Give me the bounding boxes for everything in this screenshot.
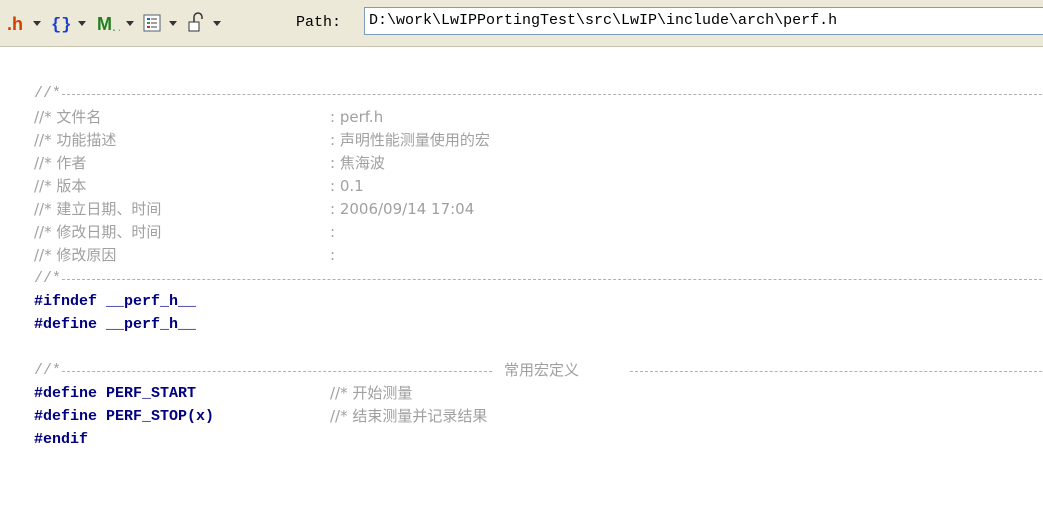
- section-title: 常用宏定义: [504, 361, 580, 379]
- header-value: : 焦海波: [330, 154, 385, 172]
- macro-line: #define PERF_START: [34, 382, 196, 405]
- chevron-down-icon[interactable]: [126, 21, 134, 26]
- preprocessor-keyword: #define: [34, 385, 98, 402]
- comment-start: //*: [34, 270, 62, 287]
- header-key: //* 作者: [34, 154, 87, 172]
- endif-line: #endif: [34, 431, 89, 448]
- header-key: //* 修改日期、时间: [34, 223, 162, 241]
- toolbar: .h {} M.. Path: D:\work\LwIPPortingTest\…: [0, 0, 1043, 47]
- header-key: //* 文件名: [34, 108, 102, 126]
- guard-name: __perf_h__: [106, 316, 197, 333]
- braces-icon[interactable]: {}: [50, 12, 72, 34]
- header-value: : 0.1: [330, 177, 364, 195]
- header-key: //* 修改原因: [34, 246, 117, 264]
- comment-divider: [62, 371, 492, 372]
- lock-icon[interactable]: [186, 12, 208, 34]
- header-value: : 声明性能测量使用的宏: [330, 131, 490, 149]
- header-value: : perf.h: [330, 108, 384, 126]
- header-value: : 2006/09/14 17:04: [330, 200, 475, 218]
- macro-name: PERF_START: [106, 385, 197, 402]
- comment-start: //*: [34, 85, 62, 102]
- preprocessor-keyword: #ifndef: [34, 293, 98, 310]
- header-key: //* 功能描述: [34, 131, 117, 149]
- path-label: Path:: [296, 14, 342, 31]
- path-input[interactable]: D:\work\LwIPPortingTest\src\LwIP\include…: [364, 7, 1043, 35]
- svg-text:..: ..: [111, 24, 120, 34]
- comment-divider: [630, 371, 1042, 372]
- header-key: //* 版本: [34, 177, 87, 195]
- header-value: :: [330, 223, 336, 241]
- chevron-down-icon[interactable]: [213, 21, 221, 26]
- macro-icon[interactable]: M..: [96, 12, 120, 34]
- macro-name: PERF_STOP(x): [106, 408, 215, 425]
- guard-name: __perf_h__: [106, 293, 197, 310]
- svg-text:.h: .h: [7, 14, 23, 34]
- chevron-down-icon[interactable]: [169, 21, 177, 26]
- define-line: #define __perf_h__: [34, 313, 196, 336]
- header-key: //* 建立日期、时间: [34, 200, 162, 218]
- comment-start: //*: [34, 362, 62, 379]
- header-value: :: [330, 246, 336, 264]
- chevron-down-icon[interactable]: [33, 21, 41, 26]
- ifndef-line: #ifndef __perf_h__: [34, 290, 196, 313]
- header-file-icon[interactable]: .h: [6, 12, 28, 34]
- code-editor[interactable]: //* //* 文件名 : perf.h //* 功能描述 : 声明性能测量使用…: [0, 47, 1043, 531]
- macro-line: #define PERF_STOP(x): [34, 405, 214, 428]
- list-icon[interactable]: [142, 12, 162, 34]
- macro-comment: //* 开始测量: [330, 384, 413, 402]
- comment-divider: [62, 279, 1042, 280]
- svg-text:M: M: [97, 14, 112, 34]
- chevron-down-icon[interactable]: [78, 21, 86, 26]
- macro-comment: //* 结束测量并记录结果: [330, 407, 488, 425]
- preprocessor-keyword: #define: [34, 316, 98, 333]
- svg-text:{}: {}: [51, 16, 71, 34]
- comment-divider: [62, 94, 1042, 95]
- preprocessor-keyword: #define: [34, 408, 98, 425]
